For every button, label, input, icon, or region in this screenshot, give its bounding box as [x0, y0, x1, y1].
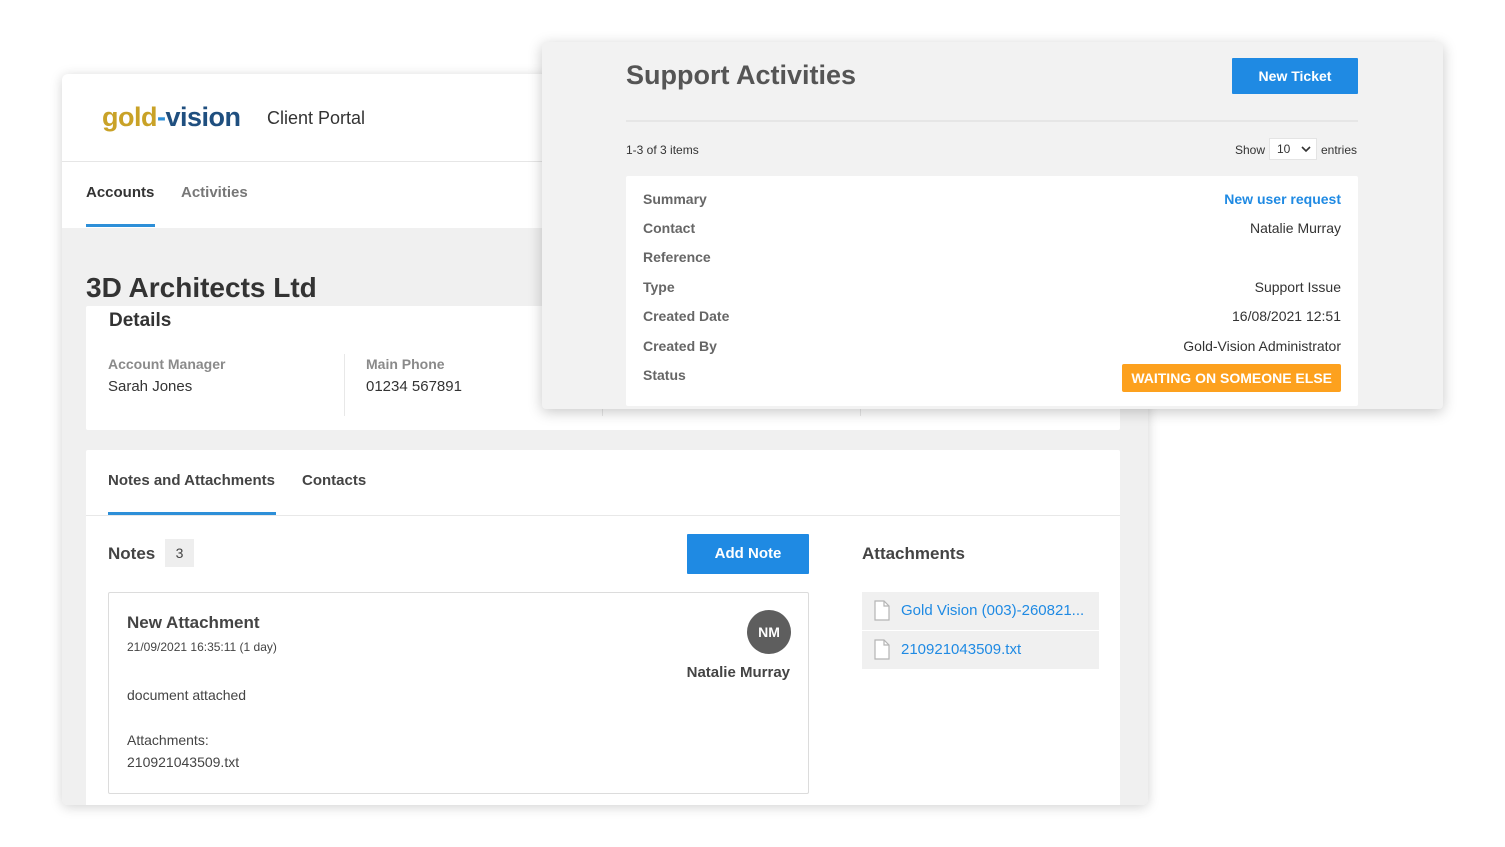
active-subtab-indicator: [108, 512, 276, 515]
gold-vision-logo[interactable]: gold-vision: [102, 102, 241, 133]
field-value: Sarah Jones: [108, 378, 193, 395]
tab-accounts[interactable]: Accounts: [86, 184, 154, 201]
ticket-label-type: Type: [643, 279, 675, 295]
new-ticket-button[interactable]: New Ticket: [1232, 58, 1358, 94]
show-label: Show: [1235, 143, 1266, 157]
field-label: Account Manager: [108, 356, 226, 372]
items-count: 1-3 of 3 items: [626, 143, 699, 157]
ticket-value-created-by: Gold-Vision Administrator: [1183, 338, 1341, 354]
file-icon: [874, 600, 890, 621]
ticket-label-status: Status: [643, 367, 686, 383]
attachment-item[interactable]: Gold Vision (003)-260821...: [862, 592, 1099, 630]
chevron-down-icon: [1301, 146, 1311, 153]
tab-activities[interactable]: Activities: [181, 184, 248, 201]
ticket-label-summary: Summary: [643, 191, 707, 207]
note-attachments-label: Attachments:: [127, 732, 209, 748]
ticket-value-contact: Natalie Murray: [1249, 220, 1341, 236]
note-text: document attached: [127, 687, 247, 703]
ticket-label-reference: Reference: [643, 249, 711, 265]
notes-title: Notes: [108, 544, 156, 563]
ticket-value-created-date: 16/08/2021 12:51: [1232, 308, 1341, 324]
entries-label: entries: [1321, 143, 1358, 157]
portal-title: Client Portal: [267, 108, 366, 128]
field-label: Main Phone: [366, 356, 445, 372]
attachment-link[interactable]: 210921043509.txt: [901, 641, 1091, 658]
details-heading: Details: [109, 310, 172, 331]
ticket-label-created-by: Created By: [643, 338, 717, 354]
page-title: 3D Architects Ltd: [86, 272, 317, 303]
divider: [626, 120, 1358, 122]
field-divider: [344, 354, 345, 416]
ticket-label-contact: Contact: [643, 220, 696, 236]
entries-select[interactable]: 10: [1269, 138, 1317, 160]
field-value: 01234 567891: [366, 378, 462, 395]
note-author: Natalie Murray: [686, 664, 790, 681]
add-note-button[interactable]: Add Note: [687, 534, 809, 574]
tab-notes-and-attachments[interactable]: Notes and Attachments: [108, 472, 275, 489]
note-date: 21/09/2021 16:35:11 (1 day): [127, 640, 277, 654]
active-tab-indicator: [86, 224, 155, 227]
entries-value: 10: [1277, 142, 1291, 156]
field-main-phone: Main Phone 01234 567891: [366, 356, 462, 416]
file-icon: [874, 639, 890, 660]
note-item[interactable]: New Attachment 21/09/2021 16:35:11 (1 da…: [108, 592, 809, 794]
ticket-label-created-date: Created Date: [643, 308, 730, 324]
notes-count-badge: 3: [165, 539, 194, 567]
status-badge: WAITING ON SOMEONE ELSE: [1122, 364, 1341, 392]
ticket-summary-link[interactable]: New user request: [1224, 191, 1341, 207]
tab-contacts[interactable]: Contacts: [302, 472, 366, 489]
avatar: NM: [747, 610, 791, 654]
ticket-detail-card[interactable]: Summary New user request Contact Natalie…: [626, 176, 1358, 406]
attachment-link[interactable]: Gold Vision (003)-260821...: [901, 602, 1091, 619]
sub-tabs: Notes and Attachments Contacts: [86, 450, 1120, 516]
support-title: Support Activities: [626, 60, 857, 90]
notes-attachments-card: Notes and Attachments Contacts Notes 3 A…: [86, 450, 1120, 805]
note-attachment-file: 210921043509.txt: [127, 754, 240, 770]
support-activities-window: Support Activities New Ticket 1-3 of 3 i…: [542, 42, 1443, 409]
note-title: New Attachment: [127, 613, 260, 632]
field-account-manager: Account Manager Sarah Jones: [108, 356, 225, 416]
attachment-item[interactable]: 210921043509.txt: [862, 631, 1099, 669]
ticket-value-type: Support Issue: [1254, 279, 1341, 295]
attachments-title: Attachments: [862, 544, 965, 563]
